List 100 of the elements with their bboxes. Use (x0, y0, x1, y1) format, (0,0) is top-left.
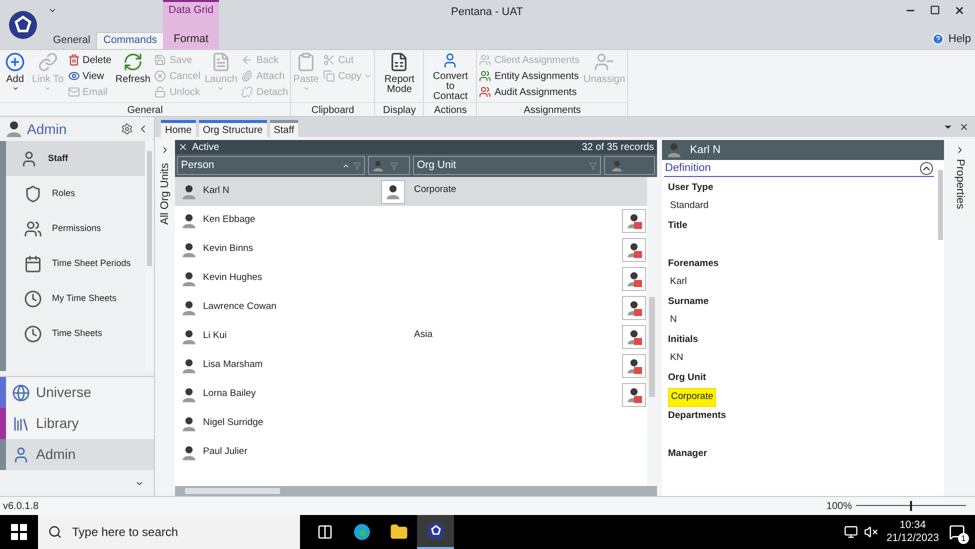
nav-item[interactable]: Staff (6, 141, 145, 176)
books-icon (12, 414, 30, 432)
ribbon-button[interactable]: Report Mode (375, 50, 424, 102)
ribbon-button[interactable]: Entity Assignments (477, 68, 582, 84)
network-icon[interactable] (844, 525, 858, 539)
field-label: Forenames (668, 257, 719, 271)
sidebar-title: Admin (27, 120, 67, 138)
caret-icon (302, 85, 310, 92)
refresh-icon (122, 52, 143, 72)
person-icon (181, 386, 197, 402)
role-icon[interactable] (622, 208, 646, 232)
help-button[interactable]: Help (932, 30, 971, 47)
field-label: Title (668, 219, 688, 233)
role-icon[interactable] (622, 296, 646, 320)
ribbon-button[interactable]: Refresh (113, 50, 152, 102)
scrollbar[interactable] (647, 177, 657, 486)
unlock-icon (154, 86, 166, 98)
grid-row[interactable]: Karl N Corporate (175, 177, 647, 206)
side-panel-label[interactable]: Properties (951, 159, 968, 210)
role-icon[interactable] (622, 382, 646, 406)
column-header[interactable] (604, 156, 655, 175)
calendar-icon (24, 254, 42, 272)
ribbon-tab[interactable]: General (47, 32, 96, 49)
ribbon-tab[interactable]: Commands (96, 32, 164, 49)
back-arrow-icon (241, 54, 254, 66)
close-icon[interactable] (954, 5, 965, 16)
taskbar-app[interactable] (417, 515, 454, 549)
nav-item[interactable]: My Time Sheets (6, 281, 145, 316)
clear-filter-icon[interactable] (178, 142, 188, 152)
person-icon (181, 242, 197, 258)
nav-section[interactable]: Library (0, 408, 154, 439)
delete-icon (68, 54, 80, 66)
person-icon (181, 270, 197, 286)
spreadsheet-icon (389, 52, 410, 72)
person-icon (181, 328, 197, 344)
app-logo-icon[interactable] (8, 10, 38, 40)
nav-item[interactable]: Roles (6, 176, 145, 211)
quick-access-caret-icon[interactable] (48, 6, 57, 15)
close-icon[interactable] (959, 122, 969, 132)
collapse-section-icon[interactable] (920, 162, 933, 174)
volume-muted-icon[interactable] (864, 525, 878, 539)
people-icon (24, 220, 42, 238)
shield-icon (24, 184, 42, 202)
ribbon-button[interactable]: Convert to Contact (426, 50, 474, 102)
context-group-label: Data Grid (168, 3, 214, 18)
table-cell-text: Kevin Binns (203, 242, 254, 256)
person-icon (20, 150, 38, 168)
role-icon[interactable] (622, 324, 646, 348)
nav-section[interactable]: Universe (0, 377, 154, 408)
column-header[interactable] (368, 156, 410, 175)
document-tab[interactable]: Org Structure (198, 120, 267, 137)
scrollbar[interactable] (145, 141, 154, 371)
clock-icon (24, 290, 42, 308)
person-icon (181, 444, 197, 460)
side-panel-label[interactable]: All Org Units (156, 163, 174, 225)
role-icon[interactable] (622, 266, 646, 290)
field-label: Departments (668, 409, 726, 423)
clock[interactable]: 10:34 21/12/2023 (886, 519, 939, 545)
column-header[interactable]: Person (177, 156, 365, 175)
table-cell: Corporate (414, 184, 456, 195)
mail-icon (68, 86, 80, 98)
person-icon (181, 184, 197, 200)
role-icon[interactable] (622, 238, 646, 262)
column-header[interactable]: Org Unit (413, 156, 601, 175)
task-view-icon (316, 524, 332, 540)
settings-icon[interactable] (121, 123, 133, 135)
table-cell-text: Lorna Bailey (203, 387, 256, 402)
filter-label: Active (192, 140, 220, 154)
edit-person-icon[interactable] (381, 180, 405, 204)
ribbon-button[interactable]: Audit Assignments (477, 84, 582, 100)
link-icon (38, 52, 58, 72)
version-label: v6.0.1.8 (3, 500, 39, 514)
document-tab[interactable]: Home (161, 120, 196, 137)
section-title: Definition (665, 160, 711, 176)
document-icon (210, 52, 231, 72)
paperclip-icon (241, 70, 254, 82)
add-icon (5, 52, 25, 72)
table-cell-text: Karl N (203, 184, 230, 198)
zoom-slider[interactable] (856, 500, 966, 512)
context-tab-group[interactable]: Data Grid Format (163, 0, 219, 49)
windows-start-icon[interactable] (11, 524, 27, 540)
ribbon-button[interactable]: Add (0, 50, 30, 102)
nav-item[interactable]: Time Sheet Periods (6, 246, 145, 281)
person-icon (372, 160, 384, 172)
nav-item[interactable]: Time Sheets (6, 316, 145, 351)
ribbon-button[interactable]: View (66, 68, 114, 84)
more-caret-icon[interactable] (135, 479, 144, 488)
restore-icon[interactable] (930, 5, 940, 15)
role-icon[interactable] (622, 354, 646, 378)
document-tab[interactable]: Staff (270, 120, 298, 137)
table-cell-text: Paul Julier (203, 445, 248, 460)
nav-item[interactable]: Permissions (6, 211, 145, 246)
notifications-icon[interactable] (949, 524, 965, 540)
table-cell: Asia (414, 329, 432, 340)
ribbon-group-label: General (0, 102, 290, 116)
clock-icon (24, 324, 42, 342)
horizontal-scrollbar[interactable] (175, 486, 657, 496)
person-icon (385, 184, 401, 200)
ribbon-button[interactable]: Delete (66, 52, 114, 68)
nav-section[interactable]: Admin (0, 439, 154, 470)
